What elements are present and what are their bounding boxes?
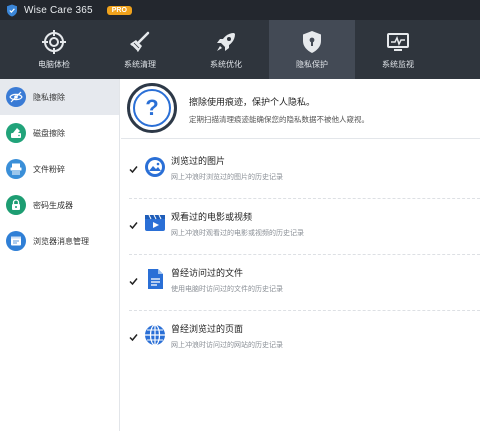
picture-icon [144, 156, 166, 178]
item-title: 曾经访问过的文件 [171, 269, 244, 279]
item-description: 网上冲浪时观看过的电影或视频的历史记录 [171, 229, 304, 237]
checkbox-accessed-files[interactable] [129, 277, 138, 286]
eye-icon [6, 87, 26, 107]
item-description: 网上冲浪时访问过的网站的历史记录 [171, 341, 283, 349]
tab-label: 隐私保护 [296, 60, 328, 69]
sidebar-item-file-shredder[interactable]: 文件粉碎 [0, 151, 119, 187]
list-item-visited-pages: 曾经浏览过的页面 网上冲浪时访问过的网站的历史记录 [121, 311, 480, 367]
checkbox-watched-videos[interactable] [129, 221, 138, 230]
top-navigation: 电脑体检 系统清理 系统优化 隐私保护 系统监视 [0, 20, 480, 79]
tab-system-cleaner[interactable]: 系统清理 [97, 20, 183, 79]
tab-label: 系统监视 [382, 60, 414, 69]
shield-lock-icon [303, 31, 321, 53]
header-subtitle: 定期扫描清理痕迹能确保您的隐私数据不被他人窥视。 [189, 115, 369, 124]
tab-label: 系统清理 [124, 60, 156, 69]
sidebar-item-label: 浏览器消息管理 [33, 236, 89, 246]
item-title: 浏览过的图片 [171, 157, 226, 167]
sidebar-item-label: 磁盘擦除 [33, 128, 65, 138]
rocket-icon [217, 33, 235, 51]
pro-badge: PRO [106, 5, 132, 15]
sidebar-item-disk-eraser[interactable]: 磁盘擦除 [0, 115, 119, 151]
disk-eraser-icon [6, 123, 26, 143]
sidebar-item-label: 密码生成器 [33, 200, 73, 210]
tab-label: 电脑体检 [38, 60, 70, 69]
shredder-icon [6, 159, 26, 179]
target-icon [42, 30, 66, 54]
monitor-icon [387, 33, 409, 51]
tab-system-monitor[interactable]: 系统监视 [355, 20, 441, 79]
checkbox-viewed-pictures[interactable] [129, 165, 138, 174]
tab-privacy-protector[interactable]: 隐私保护 [269, 20, 355, 79]
sidebar-item-password-generator[interactable]: 密码生成器 [0, 187, 119, 223]
app-shield-logo-icon [7, 4, 17, 16]
tab-pc-checkup[interactable]: 电脑体检 [11, 20, 97, 79]
title-bar: Wise Care 365 PRO [0, 0, 480, 20]
item-description: 网上冲浪时浏览过的图片的历史记录 [171, 173, 283, 181]
sidebar-item-privacy-eraser[interactable]: 隐私擦除 [0, 79, 119, 115]
video-icon [144, 212, 166, 234]
question-icon: ? [127, 83, 177, 133]
sidebar: 隐私擦除 磁盘擦除 文件粉碎 密码生成器 浏览器消息管理 [0, 79, 120, 431]
broom-icon [130, 31, 150, 52]
item-description: 使用电脑时访问过的文件的历史记录 [171, 285, 283, 293]
document-icon [144, 268, 166, 290]
list-item-viewed-pictures: 浏览过的图片 网上冲浪时浏览过的图片的历史记录 [121, 143, 480, 199]
lock-icon [6, 195, 26, 215]
list-item-accessed-files: 曾经访问过的文件 使用电脑时访问过的文件的历史记录 [121, 255, 480, 311]
globe-icon [144, 324, 166, 346]
tab-system-optimizer[interactable]: 系统优化 [183, 20, 269, 79]
app-title: Wise Care 365 [24, 4, 93, 16]
sidebar-item-label: 文件粉碎 [33, 164, 65, 174]
checkbox-visited-pages[interactable] [129, 333, 138, 342]
item-title: 观看过的电影或视频 [171, 213, 253, 223]
browser-icon [6, 231, 26, 251]
privacy-header: ? 擦除使用痕迹，保护个人隐私。 定期扫描清理痕迹能确保您的隐私数据不被他人窥视… [121, 79, 480, 139]
tab-label: 系统优化 [210, 60, 242, 69]
sidebar-item-browser-notification-manager[interactable]: 浏览器消息管理 [0, 223, 119, 259]
main-panel: ? 擦除使用痕迹，保护个人隐私。 定期扫描清理痕迹能确保您的隐私数据不被他人窥视… [121, 79, 480, 431]
item-title: 曾经浏览过的页面 [171, 325, 244, 335]
list-item-watched-videos: 观看过的电影或视频 网上冲浪时观看过的电影或视频的历史记录 [121, 199, 480, 255]
sidebar-item-label: 隐私擦除 [33, 92, 65, 102]
header-title: 擦除使用痕迹，保护个人隐私。 [189, 98, 316, 108]
